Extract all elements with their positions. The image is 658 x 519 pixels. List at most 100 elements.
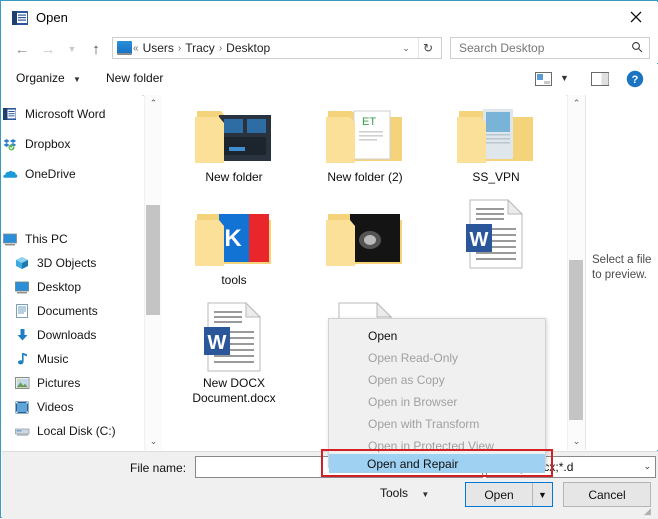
open-dropdown-menu[interactable]: Open Open Read-Only Open as Copy Open in…	[328, 318, 546, 468]
sidebar-item-local-disk-c[interactable]: Local Disk (C:)	[2, 420, 142, 442]
view-layout-icon[interactable]	[535, 72, 552, 89]
file-scroll-down-button[interactable]: ⌄	[568, 433, 585, 450]
sidebar-item-videos[interactable]: Videos	[2, 396, 142, 418]
sidebar-item-label: Music	[37, 352, 69, 366]
sidebar-item-onedrive[interactable]: OneDrive	[2, 163, 142, 185]
new-folder-button[interactable]: New folder	[106, 71, 163, 85]
svg-text:ET: ET	[362, 116, 376, 128]
chevron-down-icon: ⌄	[149, 436, 158, 446]
chevron-down-icon: ▼	[73, 75, 81, 84]
menu-item-open-in-browser[interactable]: Open in Browser	[330, 391, 546, 413]
file-item[interactable]: SS_VPN	[431, 97, 561, 185]
arrow-up-icon: ↑	[92, 40, 100, 58]
file-item[interactable]: W New DOCX Document.docx	[169, 301, 299, 406]
address-prefix: «	[133, 42, 139, 54]
menu-item-open-with-transform[interactable]: Open with Transform	[330, 413, 546, 435]
file-scroll-thumb[interactable]	[569, 260, 583, 420]
up-button[interactable]: ↑	[86, 39, 106, 59]
tools-button[interactable]: Tools ▼	[380, 486, 429, 500]
address-dropdown-button[interactable]: ⌄	[397, 38, 415, 58]
breadcrumb-desktop[interactable]: Desktop	[223, 41, 273, 55]
downloads-icon	[14, 327, 30, 343]
breadcrumb-tracy[interactable]: Tracy	[182, 41, 218, 55]
help-icon[interactable]: ?	[626, 70, 644, 91]
sidebar-scroll-down-button[interactable]: ⌄	[145, 433, 162, 450]
address-bar[interactable]: « Users › Tracy › Desktop ⌄ ↻	[112, 37, 442, 59]
forward-button[interactable]: →	[38, 39, 58, 59]
sidebar-item-label: 3D Objects	[37, 256, 97, 270]
preview-pane-icon[interactable]	[591, 72, 609, 89]
sidebar-item-documents[interactable]: Documents	[2, 300, 142, 322]
svg-text:W: W	[470, 229, 489, 251]
preview-pane: Select a file to preview.	[585, 95, 658, 450]
menu-item-label: Open as Copy	[368, 373, 445, 387]
sidebar-scroll-up-button[interactable]: ⌃	[145, 95, 162, 112]
documents-icon	[14, 303, 30, 319]
sidebar-item-label: Videos	[37, 400, 74, 414]
file-scroll-up-button[interactable]: ⌃	[568, 95, 585, 112]
menu-item-label: Open	[368, 329, 398, 343]
sidebar-item-music[interactable]: Music	[2, 348, 142, 370]
open-button-label[interactable]: Open	[466, 483, 533, 506]
file-label: New folder (2)	[327, 170, 403, 184]
toolbar: Organize ▼ New folder ▼ ?	[2, 64, 658, 96]
search-input[interactable]	[457, 40, 621, 56]
chevron-down-icon: ▼	[421, 490, 430, 499]
sidebar-item-label: Pictures	[37, 376, 81, 390]
file-item[interactable]: K tools	[169, 200, 299, 288]
file-item[interactable]: W	[431, 198, 561, 273]
file-item[interactable]: ET New folder (2)	[300, 97, 430, 185]
file-name-label: File name:	[130, 461, 187, 475]
chevron-down-icon: ▼	[560, 73, 569, 83]
sidebar-item-label: Downloads	[37, 328, 97, 342]
onedrive-icon	[2, 166, 18, 182]
back-button[interactable]: ←	[12, 39, 32, 59]
chevron-down-icon: ⌄	[643, 461, 651, 471]
sidebar-item-pictures[interactable]: Pictures	[2, 372, 142, 394]
refresh-icon: ↻	[422, 41, 434, 55]
open-button[interactable]: Open ▼	[465, 482, 553, 507]
menu-item-label: Open Read-Only	[368, 351, 459, 365]
file-item[interactable]	[300, 200, 430, 273]
resize-grip-icon[interactable]: ◢	[644, 506, 654, 516]
file-label: New folder	[205, 170, 263, 184]
refresh-button[interactable]: ↻	[418, 38, 437, 58]
sidebar-item-microsoft-word[interactable]: Microsoft Word	[2, 103, 142, 125]
word-icon	[2, 106, 18, 122]
sidebar-item-label: Microsoft Word	[25, 107, 106, 121]
folder-kine-icon: K	[169, 200, 299, 270]
recent-locations-button[interactable]: ▼	[62, 39, 82, 59]
file-item[interactable]: New folder	[169, 97, 299, 185]
sidebar-item-this-pc[interactable]: This PC	[2, 228, 142, 250]
sidebar-item-label: Desktop	[37, 280, 82, 294]
sidebar-item-downloads[interactable]: Downloads	[2, 324, 142, 346]
menu-item-label: Open in Browser	[368, 395, 458, 409]
svg-text:K: K	[224, 225, 242, 252]
sidebar-item-label: Local Disk (C:)	[37, 424, 116, 438]
file-label: New DOCX Document.docx	[192, 376, 276, 405]
breadcrumb-users[interactable]: Users	[140, 41, 177, 55]
view-dropdown-button[interactable]: ▼	[560, 73, 569, 83]
sidebar-scroll-thumb[interactable]	[146, 205, 160, 315]
sidebar-item-desktop[interactable]: Desktop	[2, 276, 142, 298]
cancel-button[interactable]: Cancel	[563, 482, 651, 507]
sidebar-item-dropbox[interactable]: Dropbox	[2, 133, 142, 155]
menu-item-open-read-only[interactable]: Open Read-Only	[330, 347, 546, 369]
folder-image-icon	[431, 97, 561, 167]
menu-item-open-as-copy[interactable]: Open as Copy	[330, 369, 546, 391]
sidebar-scrollbar[interactable]: ⌃ ⌄	[144, 95, 162, 450]
menu-item-open[interactable]: Open	[330, 325, 546, 347]
search-box[interactable]	[450, 37, 650, 59]
menu-item-open-and-repair[interactable]: Open and Repair	[329, 454, 545, 473]
file-label: tools	[221, 273, 247, 287]
music-icon	[14, 351, 30, 367]
sidebar-item-3d-objects[interactable]: 3D Objects	[2, 252, 142, 274]
organize-button[interactable]: Organize ▼	[16, 71, 81, 85]
arrow-right-icon: →	[40, 40, 56, 58]
chevron-up-icon: ⌃	[572, 98, 581, 108]
file-list-scrollbar[interactable]: ⌃ ⌄	[567, 95, 585, 450]
chevron-down-icon: ▼	[538, 489, 547, 500]
folder-dark-icon	[300, 200, 430, 270]
close-button[interactable]	[613, 2, 658, 32]
open-dropdown-button[interactable]: ▼	[533, 483, 552, 506]
